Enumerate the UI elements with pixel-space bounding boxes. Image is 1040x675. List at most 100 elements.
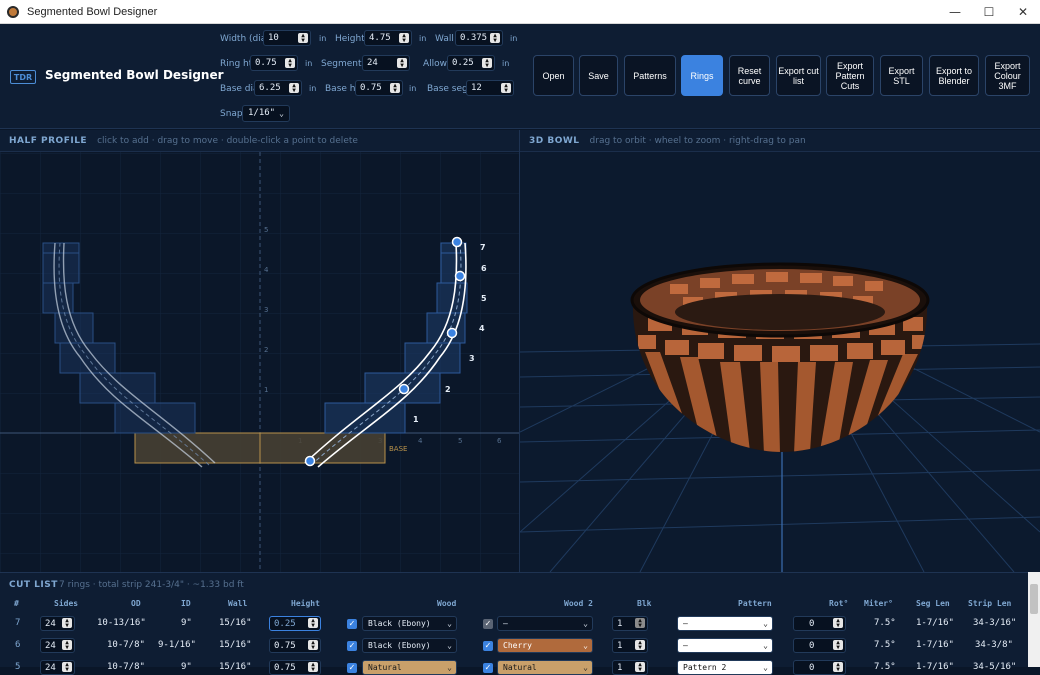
segments-stepper[interactable]: ▲ ▼ (397, 58, 407, 69)
profile-svg[interactable]: 1 2 3 4 5 1 2 3 4 5 6 BASE (0, 152, 519, 572)
allow-label: Allow (423, 59, 448, 69)
segments-input[interactable]: 24 ▲ ▼ (362, 55, 410, 71)
blk-stepper[interactable]: ▲ ▼ (635, 618, 645, 629)
height-stepper[interactable]: ▲ ▼ (399, 33, 409, 44)
wood-checkbox[interactable]: ✓ (347, 619, 357, 629)
allow-input[interactable]: 0.25 ▲ ▼ (447, 55, 495, 71)
ring-ht-input[interactable]: 0.75 ▲ ▼ (250, 55, 298, 71)
blk-stepper[interactable]: ▲ ▼ (635, 640, 645, 651)
height-input[interactable]: 0.25 ▲ ▼ (269, 616, 321, 631)
width-input[interactable]: 10 ▲ ▼ (263, 30, 311, 46)
wall-value: 15/16" (219, 662, 252, 672)
chevron-down-icon: ⌄ (583, 641, 588, 650)
half-profile-canvas[interactable]: 1 2 3 4 5 1 2 3 4 5 6 BASE (0, 152, 519, 572)
height-stepper[interactable]: ▲ ▼ (308, 618, 318, 629)
wood2-checkbox[interactable]: ✓ (483, 619, 493, 629)
sides-input[interactable]: 24 ▲ ▼ (40, 660, 75, 675)
base-dia-stepper[interactable]: ▲ ▼ (289, 83, 299, 94)
ring-label: 7 (480, 243, 486, 252)
row-num: 6 (15, 640, 21, 650)
wall-stepper[interactable]: ▲ ▼ (490, 33, 500, 44)
blk-stepper[interactable]: ▲ ▼ (635, 662, 645, 673)
wood2-select[interactable]: Natural ⌄ (497, 660, 593, 675)
wood2-checkbox[interactable]: ✓ (483, 641, 493, 651)
sides-input[interactable]: 24 ▲ ▼ (40, 616, 75, 631)
wood-select[interactable]: Black (Ebony) ⌄ (362, 638, 457, 653)
col-header-num: # (14, 599, 19, 608)
pattern-select[interactable]: — ⌄ (677, 638, 773, 653)
y-tick: 1 (264, 386, 268, 394)
pattern-select[interactable]: Pattern 2 ⌄ (677, 660, 773, 675)
export-3mf-button[interactable]: Export Colour 3MF (985, 55, 1030, 96)
close-button[interactable]: ✕ (1006, 0, 1040, 24)
save-button[interactable]: Save (579, 55, 618, 96)
rot-input[interactable]: 0 ▲ ▼ (793, 638, 846, 653)
control-point (304, 455, 316, 467)
wood2-select[interactable]: Cherry ⌄ (497, 638, 593, 653)
base-dia-input[interactable]: 6.25 ▲ ▼ (254, 80, 302, 96)
control-point (454, 270, 466, 282)
base-label: BASE (389, 445, 407, 453)
height-input[interactable]: 4.75 ▲ ▼ (364, 30, 412, 46)
rot-stepper[interactable]: ▲ ▼ (833, 618, 843, 629)
ring-label: 3 (469, 354, 475, 363)
sides-input[interactable]: 24 ▲ ▼ (40, 638, 75, 653)
minimize-button[interactable]: — (938, 0, 972, 24)
id-value: 9" (181, 662, 192, 672)
ring-ht-stepper[interactable]: ▲ ▼ (285, 58, 295, 69)
seg-len-value: 1-7/16" (916, 640, 954, 650)
rot-input[interactable]: 0 ▲ ▼ (793, 660, 846, 675)
cut-list-scrollbar[interactable] (1028, 572, 1040, 667)
chevron-down-icon: ⌄ (447, 663, 452, 672)
wood-select[interactable]: Natural ⌄ (362, 660, 457, 675)
wood-checkbox[interactable]: ✓ (347, 641, 357, 651)
base-segs-stepper[interactable]: ▲ ▼ (501, 83, 511, 94)
col-header-strip-len: Strip Len (968, 599, 1012, 608)
export-cut-list-button[interactable]: Export cut list (776, 55, 821, 96)
y-tick: 2 (264, 346, 268, 354)
open-button[interactable]: Open (533, 55, 574, 96)
reset-curve-button[interactable]: Reset curve (729, 55, 770, 96)
wood-checkbox[interactable]: ✓ (347, 663, 357, 673)
base-ht-stepper[interactable]: ▲ ▼ (390, 83, 400, 94)
base-segs-input[interactable]: 12 ▲ ▼ (466, 80, 514, 96)
height-stepper[interactable]: ▲ ▼ (308, 640, 318, 651)
height-stepper[interactable]: ▲ ▼ (308, 662, 318, 673)
blk-input[interactable]: 1 ▲ ▼ (612, 638, 648, 653)
rings-button[interactable]: Rings (681, 55, 723, 96)
blk-input[interactable]: 1 ▲ ▼ (612, 616, 648, 631)
blk-input[interactable]: 1 ▲ ▼ (612, 660, 648, 675)
wood-select[interactable]: Black (Ebony) ⌄ (362, 616, 457, 631)
export-pattern-cuts-button[interactable]: Export Pattern Cuts (826, 55, 874, 96)
pattern-select[interactable]: — ⌄ (677, 616, 773, 631)
height-unit: in (419, 34, 427, 43)
sides-stepper[interactable]: ▲ ▼ (62, 640, 72, 651)
y-tick: 5 (264, 226, 268, 234)
export-blender-button[interactable]: Export to Blender (929, 55, 979, 96)
rot-stepper[interactable]: ▲ ▼ (833, 640, 843, 651)
bowl-svg[interactable] (520, 152, 1040, 572)
seg-len-value: 1-7/16" (916, 662, 954, 672)
sides-stepper[interactable]: ▲ ▼ (62, 618, 72, 629)
patterns-button[interactable]: Patterns (624, 55, 676, 96)
base-ht-input[interactable]: 0.75 ▲ ▼ (355, 80, 403, 96)
maximize-button[interactable]: ☐ (972, 0, 1006, 24)
height-input[interactable]: 0.75 ▲ ▼ (269, 660, 321, 675)
scrollbar-thumb[interactable] (1030, 584, 1038, 614)
3d-bowl-viewport[interactable] (520, 152, 1040, 572)
wood2-checkbox[interactable]: ✓ (483, 663, 493, 673)
sides-stepper[interactable]: ▲ ▼ (62, 662, 72, 673)
col-header-height: Height (291, 599, 320, 608)
chevron-down-icon: ⌄ (763, 619, 768, 628)
snap-select[interactable]: 1/16" ⌄ (242, 105, 290, 122)
row-num: 7 (15, 618, 21, 628)
wood2-select[interactable]: — ⌄ (497, 616, 593, 631)
rot-input[interactable]: 0 ▲ ▼ (793, 616, 846, 631)
wall-input[interactable]: 0.375 ▲ ▼ (455, 30, 503, 46)
width-stepper[interactable]: ▲ ▼ (298, 33, 308, 44)
rot-stepper[interactable]: ▲ ▼ (833, 662, 843, 673)
height-input[interactable]: 0.75 ▲ ▼ (269, 638, 321, 653)
export-stl-button[interactable]: Export STL (880, 55, 923, 96)
allow-stepper[interactable]: ▲ ▼ (482, 58, 492, 69)
x-tick: 5 (458, 437, 462, 445)
